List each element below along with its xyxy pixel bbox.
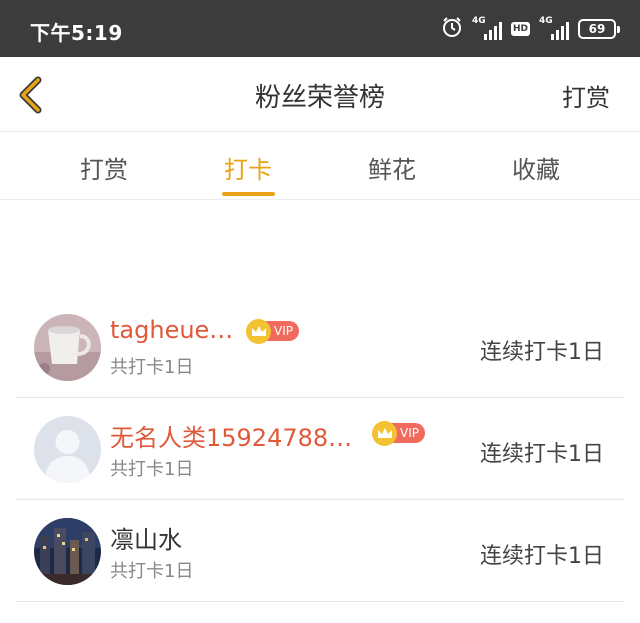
hd-icon: HD (510, 22, 530, 36)
header: 粉丝荣誉榜 打赏 (0, 57, 640, 132)
fan-name: 无名人类15924788… (110, 424, 353, 452)
list-item[interactable]: tagheue… VIP 共打卡1日 连续打卡1日 (16, 296, 624, 398)
crown-icon (372, 420, 397, 446)
avatar[interactable] (34, 518, 101, 585)
crown-icon (246, 318, 271, 344)
tab-flowers[interactable]: 鲜花 (342, 150, 442, 185)
page-title: 粉丝荣誉榜 (254, 83, 385, 113)
total-checkins: 共打卡1日 (110, 357, 194, 378)
fan-list: tagheue… VIP 共打卡1日 连续打卡1日 无名人类15924788… … (16, 296, 624, 602)
status-time: 下午5:19 (30, 21, 123, 45)
checkin-streak: 连续打卡1日 (480, 442, 604, 467)
vip-badge: VIP (246, 318, 299, 344)
fan-name: tagheue… (110, 316, 234, 344)
status-icons: 4G HD 4G 69 (441, 16, 620, 42)
reward-button[interactable]: 打赏 (562, 78, 610, 113)
avatar[interactable] (34, 416, 101, 483)
checkin-streak: 连续打卡1日 (480, 544, 604, 569)
list-item[interactable]: 无名人类15924788… VIP 共打卡1日 连续打卡1日 (16, 398, 624, 500)
signal-icon: 4G (472, 16, 502, 40)
checkin-streak: 连续打卡1日 (480, 340, 604, 365)
avatar[interactable] (34, 314, 101, 381)
tab-checkin[interactable]: 打卡 (198, 150, 298, 185)
alarm-icon (441, 16, 463, 42)
status-bar: 下午5:19 4G HD 4G 69 (0, 0, 640, 57)
vip-badge: VIP (372, 420, 425, 446)
battery-level: 69 (588, 22, 606, 36)
tab-bar: 打赏 打卡 鲜花 收藏 (0, 132, 640, 200)
total-checkins: 共打卡1日 (110, 459, 194, 480)
tab-reward[interactable]: 打赏 (54, 150, 154, 185)
tab-favorites[interactable]: 收藏 (486, 150, 586, 185)
list-item[interactable]: 凛山水 共打卡1日 连续打卡1日 (16, 500, 624, 602)
signal-icon: 4G (539, 16, 569, 40)
total-checkins: 共打卡1日 (110, 561, 194, 582)
fan-name: 凛山水 (110, 526, 182, 554)
active-tab-indicator (222, 192, 275, 196)
battery-icon: 69 (578, 19, 620, 39)
